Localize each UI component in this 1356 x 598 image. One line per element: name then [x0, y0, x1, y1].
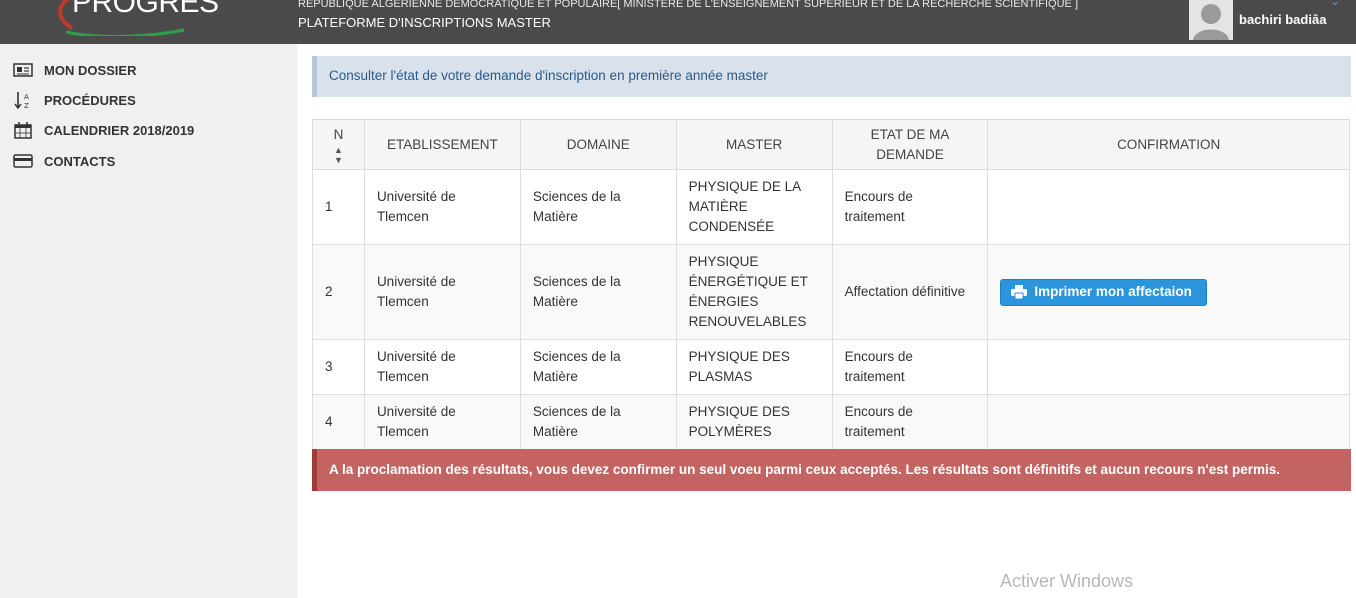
- sidebar-item-contacts[interactable]: CONTACTS: [12, 150, 115, 172]
- column-header-n[interactable]: N ▲ ▼: [312, 119, 365, 170]
- user-silhouette-icon: [1189, 0, 1233, 40]
- user-name[interactable]: bachiri badiâa: [1239, 12, 1326, 27]
- logo-text: PROGRES: [72, 0, 219, 19]
- cell-etablissement: Université de Tlemcen: [363, 339, 521, 395]
- print-assignment-button[interactable]: Imprimer mon affectaion: [1000, 278, 1207, 306]
- ministry-title: REPUBLIQUE ALGERIENNE DEMOCRATIQUE ET PO…: [298, 0, 1079, 10]
- printer-icon: [1011, 285, 1028, 299]
- cell-n: 4: [312, 394, 365, 450]
- alert-text: A la proclamation des résultats, vous de…: [329, 462, 1281, 477]
- table-row: 3 Université de Tlemcen Sciences de la M…: [312, 339, 1350, 395]
- progres-logo[interactable]: PROGRES: [44, 0, 219, 36]
- table-row: 4 Université de Tlemcen Sciences de la M…: [312, 394, 1350, 450]
- sidebar-item-label: PROCÉDURES: [44, 92, 136, 108]
- sidebar-item-label: CONTACTS: [44, 153, 116, 169]
- cell-confirmation: [987, 169, 1350, 245]
- cell-domaine: Sciences de la Matière: [519, 169, 677, 245]
- cell-master: PHYSIQUE DES PLASMAS: [675, 339, 833, 395]
- svg-text:A: A: [24, 93, 29, 101]
- svg-text:Z: Z: [24, 102, 29, 109]
- sidebar-item-calendrier[interactable]: CALENDRIER 2018/2019: [12, 119, 194, 141]
- cell-n: 1: [312, 169, 365, 245]
- windows-activation-watermark: Activer Windows: [1000, 571, 1134, 591]
- cell-domaine: Sciences de la Matière: [519, 244, 677, 340]
- column-header-confirmation: CONFIRMATION: [987, 119, 1350, 170]
- cell-etablissement: Université de Tlemcen: [363, 169, 521, 245]
- cell-etat: Affectation définitive: [831, 244, 989, 340]
- info-banner: Consulter l'état de votre demande d'insc…: [312, 56, 1351, 97]
- cell-etat: Encours de traitement: [831, 169, 989, 245]
- column-header-etat: ETAT DE MA DEMANDE: [831, 119, 989, 170]
- requests-table: N ▲ ▼ ETABLISSEMENT DOMAINE MASTER ETAT D…: [312, 119, 1350, 450]
- cell-master: PHYSIQUE DE LA MATIÈRE CONDENSÉE: [675, 169, 833, 245]
- cell-etat: Encours de traitement: [831, 339, 989, 395]
- newspaper-icon: [12, 61, 34, 79]
- table-row: 2 Université de Tlemcen Sciences de la M…: [312, 244, 1350, 340]
- credit-card-icon: [12, 152, 34, 170]
- info-text: Consulter l'état de votre demande d'insc…: [329, 68, 768, 83]
- sidebar: MON DOSSIER AZ PROCÉDURES CALENDRIER 201…: [0, 44, 297, 598]
- sidebar-item-label: MON DOSSIER: [44, 62, 137, 78]
- chevron-down-icon[interactable]: ⌄: [1330, 0, 1340, 8]
- cell-etablissement: Université de Tlemcen: [363, 244, 521, 340]
- cell-confirmation: Imprimer mon affectaion: [987, 244, 1350, 340]
- sidebar-item-procedures[interactable]: AZ PROCÉDURES: [12, 89, 136, 111]
- cell-n: 2: [312, 244, 365, 340]
- cell-master: PHYSIQUE DES POLYMÈRES: [675, 394, 833, 450]
- top-bar: PROGRES REPUBLIQUE ALGERIENNE DEMOCRATIQ…: [0, 0, 1356, 44]
- calendar-icon: [12, 121, 34, 139]
- cell-master: PHYSIQUE ÉNERGÉTIQUE ET ÉNERGIES RENOUVE…: [675, 244, 833, 340]
- sidebar-item-mon-dossier[interactable]: MON DOSSIER: [12, 59, 136, 81]
- column-header-domaine: DOMAINE: [519, 119, 677, 170]
- cell-confirmation: [987, 339, 1350, 395]
- print-button-label: Imprimer mon affectaion: [1034, 284, 1192, 299]
- platform-title: PLATEFORME D'INSCRIPTIONS MASTER: [298, 15, 551, 30]
- column-header-master: MASTER: [675, 119, 833, 170]
- warning-alert: A la proclamation des résultats, vous de…: [312, 449, 1351, 491]
- cell-etat: Encours de traitement: [831, 394, 989, 450]
- avatar[interactable]: [1189, 0, 1233, 40]
- sidebar-item-label: CALENDRIER 2018/2019: [44, 122, 195, 138]
- cell-n: 3: [312, 339, 365, 395]
- cell-domaine: Sciences de la Matière: [519, 339, 677, 395]
- cell-etablissement: Université de Tlemcen: [363, 394, 521, 450]
- table-header-row: N ▲ ▼ ETABLISSEMENT DOMAINE MASTER ETAT D…: [312, 119, 1350, 170]
- sort-icon[interactable]: ▲ ▼: [325, 145, 352, 165]
- cell-confirmation: [987, 394, 1350, 450]
- sort-alpha-icon: AZ: [12, 91, 34, 109]
- cell-domaine: Sciences de la Matière: [519, 394, 677, 450]
- column-header-etablissement: ETABLISSEMENT: [363, 119, 521, 170]
- table-row: 1 Université de Tlemcen Sciences de la M…: [312, 169, 1350, 245]
